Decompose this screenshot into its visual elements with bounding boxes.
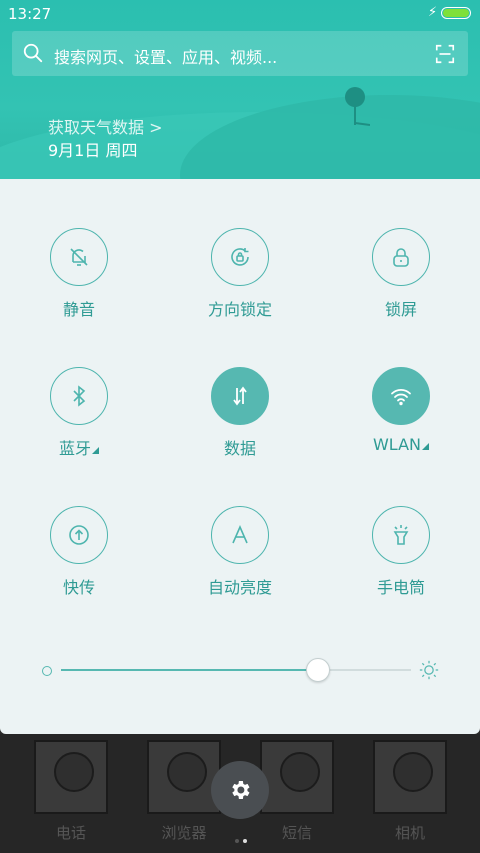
rotation-lock-icon bbox=[231, 248, 249, 266]
battery-icon bbox=[441, 7, 471, 19]
settings-button[interactable] bbox=[211, 761, 269, 819]
quick-settings-panel: 静音 方向锁定 锁屏 蓝牙 数据 WLAN 快传 自动亮度 手电筒 bbox=[0, 179, 480, 734]
date-label: 9月1日 周四 bbox=[48, 141, 138, 160]
tile-label: 静音 bbox=[62, 300, 95, 319]
bluetooth-icon bbox=[73, 385, 86, 407]
tile-flashlight-button[interactable] bbox=[372, 506, 430, 564]
dock-app-camera[interactable]: 相机 bbox=[371, 740, 449, 843]
tile-auto-brightness-button[interactable] bbox=[211, 506, 269, 564]
tile-label-text: 蓝牙 bbox=[58, 439, 91, 458]
tile-bluetooth-button[interactable] bbox=[50, 367, 108, 425]
weather-link[interactable]: 获取天气数据 > bbox=[48, 114, 163, 138]
app-thumbnail bbox=[373, 740, 447, 814]
tile-mobile-data-button[interactable] bbox=[211, 367, 269, 425]
app-label: 相机 bbox=[394, 824, 425, 842]
bell-off-icon bbox=[70, 248, 88, 266]
tile-label: 方向锁定 bbox=[207, 300, 272, 319]
tile-lock-screen-button[interactable] bbox=[372, 228, 430, 286]
send-icon bbox=[69, 525, 89, 545]
more-indicator-icon bbox=[422, 443, 429, 450]
tile-wlan[interactable]: WLAN bbox=[346, 367, 456, 477]
tile-mute[interactable]: 静音 bbox=[24, 228, 134, 338]
brightness-fill bbox=[61, 669, 317, 671]
tile-label: 蓝牙 bbox=[24, 435, 134, 459]
header-area: 13:27 ⚡ 搜索网页、设置、应用、视频... 获取天气数据 > 9月1日 周… bbox=[0, 0, 480, 180]
page-dot-active bbox=[243, 839, 247, 843]
dock-app-phone[interactable]: 电话 bbox=[32, 740, 110, 843]
brightness-thumb[interactable] bbox=[305, 658, 330, 682]
tile-rotation-lock[interactable]: 方向锁定 bbox=[185, 228, 295, 338]
tile-quick-share-button[interactable] bbox=[50, 506, 108, 564]
tile-quick-share[interactable]: 快传 bbox=[24, 506, 134, 616]
wifi-icon bbox=[391, 389, 411, 406]
dock-app-messages[interactable]: 短信 bbox=[258, 740, 336, 843]
tile-label-text: WLAN bbox=[372, 435, 421, 454]
auto-brightness-icon bbox=[232, 525, 248, 544]
tile-auto-brightness[interactable]: 自动亮度 bbox=[185, 506, 295, 616]
charging-icon: ⚡ bbox=[428, 5, 438, 20]
tile-label: 数据 bbox=[223, 439, 256, 458]
app-thumbnail bbox=[147, 740, 221, 814]
tile-label: WLAN bbox=[346, 435, 456, 454]
app-label: 短信 bbox=[281, 824, 312, 842]
gear-icon bbox=[232, 781, 250, 799]
tile-wlan-button[interactable] bbox=[372, 367, 430, 425]
app-label: 浏览器 bbox=[161, 824, 207, 842]
flashlight-icon bbox=[393, 525, 409, 545]
data-transfer-icon bbox=[233, 386, 247, 406]
hill-decoration bbox=[180, 95, 480, 180]
app-thumbnail bbox=[34, 740, 108, 814]
lock-icon bbox=[393, 248, 409, 267]
search-input[interactable]: 搜索网页、设置、应用、视频... bbox=[54, 44, 277, 68]
brightness-slider[interactable] bbox=[61, 669, 411, 671]
page-indicator bbox=[233, 828, 249, 847]
scan-icon[interactable] bbox=[434, 43, 456, 65]
tile-mute-button[interactable] bbox=[50, 228, 108, 286]
app-label: 电话 bbox=[55, 824, 86, 842]
tile-bluetooth[interactable]: 蓝牙 bbox=[24, 367, 134, 477]
tile-mobile-data[interactable]: 数据 bbox=[185, 367, 295, 477]
tile-label: 手电筒 bbox=[376, 578, 425, 597]
search-bar[interactable]: 搜索网页、设置、应用、视频... bbox=[12, 31, 468, 76]
tree-icon bbox=[345, 87, 370, 126]
tile-lock-screen[interactable]: 锁屏 bbox=[346, 228, 456, 338]
status-time: 13:27 bbox=[8, 5, 52, 23]
tile-rotation-lock-button[interactable] bbox=[211, 228, 269, 286]
tile-label: 快传 bbox=[62, 578, 95, 597]
app-thumbnail bbox=[260, 740, 334, 814]
sun-icon bbox=[419, 660, 439, 680]
search-icon bbox=[23, 43, 43, 63]
status-bar: 13:27 ⚡ bbox=[0, 0, 480, 28]
tile-flashlight[interactable]: 手电筒 bbox=[346, 506, 456, 616]
tile-label: 自动亮度 bbox=[207, 578, 272, 597]
more-indicator-icon bbox=[92, 447, 99, 454]
brightness-min-icon bbox=[42, 666, 52, 676]
tile-label: 锁屏 bbox=[384, 300, 417, 319]
page-dot bbox=[235, 839, 239, 843]
